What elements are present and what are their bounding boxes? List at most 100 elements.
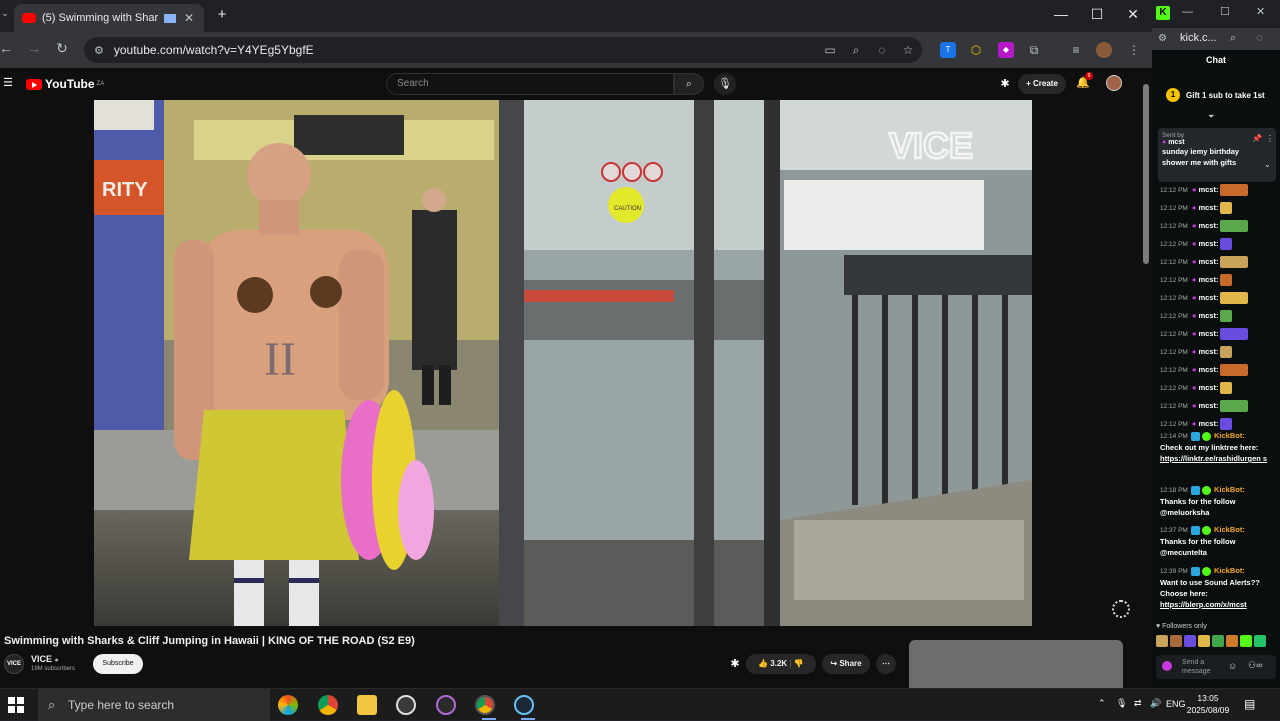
bot-name[interactable]: KickBot: [1214, 431, 1245, 440]
extensions-puzzle-icon[interactable]: ⧉ [1026, 42, 1042, 58]
notifications-icon[interactable]: ▤ [1244, 697, 1255, 711]
bot-name[interactable]: KickBot: [1214, 525, 1245, 534]
maximize-icon[interactable]: ☐ [1084, 6, 1110, 26]
browser-menu-icon[interactable]: ⋮ [1126, 42, 1142, 58]
youtube-search-button[interactable]: ⌕ [674, 73, 704, 95]
message-username[interactable]: mcst: [1198, 221, 1218, 230]
kick-close-icon[interactable]: ✕ [1256, 5, 1265, 18]
taskbar-search-input[interactable]: ⌕ Type here to search [38, 689, 270, 721]
ask-sparkle-icon[interactable]: ✱ [728, 657, 742, 671]
chat-settings-icon[interactable]: ⚇∞ [1248, 660, 1262, 671]
message-username[interactable]: mcst: [1198, 293, 1218, 302]
kick-maximize-icon[interactable]: ☐ [1220, 5, 1230, 18]
message-username[interactable]: mcst: [1198, 401, 1218, 410]
emote-icon[interactable] [1240, 635, 1252, 647]
kick-eye-icon[interactable]: ◌ [1256, 32, 1263, 44]
tracking-eye-icon[interactable]: ◌ [874, 42, 890, 58]
message-username[interactable]: mcst: [1198, 203, 1218, 212]
bot-name[interactable]: KickBot: [1214, 566, 1245, 575]
more-actions-icon[interactable]: ⋯ [876, 654, 896, 674]
chrome-profile-icon[interactable] [475, 695, 495, 715]
page-scrollbar[interactable] [1140, 68, 1152, 688]
tab-close-icon[interactable]: ✕ [182, 11, 196, 25]
message-username[interactable]: mcst: [1198, 329, 1218, 338]
emoji-picker-icon[interactable]: ☺ [1228, 661, 1237, 671]
bot-link[interactable]: https://blerp.com/x/mcst [1160, 600, 1247, 609]
install-app-icon[interactable]: ▭ [822, 42, 838, 58]
network-icon[interactable]: ⇄ [1134, 698, 1142, 709]
emote-icon[interactable] [1254, 635, 1266, 647]
message-username[interactable]: mcst: [1198, 347, 1218, 356]
like-button[interactable]: 👍 3.2K [758, 659, 787, 668]
pinned-more-icon[interactable]: ⋮ [1266, 134, 1274, 143]
extension-hex-icon[interactable]: ⬡ [968, 42, 984, 58]
file-explorer-icon[interactable] [357, 695, 377, 715]
new-tab-icon[interactable]: + [214, 7, 230, 23]
extension-translate-icon[interactable]: T [940, 42, 956, 58]
kick-zoom-icon[interactable]: ⌕ [1230, 32, 1236, 45]
zoom-icon[interactable]: ⌕ [848, 42, 864, 58]
message-username[interactable]: mcst: [1198, 257, 1218, 266]
forward-icon[interactable]: → [24, 40, 44, 60]
kick-site-info-icon[interactable]: ⚙ [1158, 33, 1167, 44]
youtube-account-avatar[interactable] [1106, 75, 1122, 91]
message-username[interactable]: mcst: [1198, 185, 1218, 194]
voice-search-icon[interactable]: 🎙 [714, 73, 736, 95]
pin-icon[interactable]: 📌 [1252, 134, 1262, 143]
share-button[interactable]: ↪ Share [822, 654, 870, 674]
scrollbar-thumb[interactable] [1143, 84, 1149, 264]
bookmark-star-icon[interactable]: ☆ [900, 42, 916, 58]
channel-name[interactable]: VICE ● [31, 654, 59, 664]
pinned-expand-icon[interactable]: ⌄ [1264, 160, 1271, 169]
tab-youtube[interactable]: (5) Swimming with Sharks & ✕ [14, 4, 204, 32]
related-video-thumbnail[interactable] [909, 640, 1123, 688]
video-player[interactable]: II VICE RITY CAUTION [94, 100, 1032, 626]
tab-search-icon[interactable]: ⌄ [0, 8, 10, 24]
address-bar[interactable]: ⚙ youtube.com/watch?v=Y4YEg5YbgfE [84, 37, 922, 63]
extension-purple-icon[interactable]: ◆ [998, 42, 1014, 58]
chat-input[interactable]: Send a message ☺ ⚇∞ [1156, 655, 1276, 679]
emote-icon[interactable] [1156, 635, 1168, 647]
microphone-icon[interactable]: 🎙 [1116, 698, 1127, 709]
create-button[interactable]: + Create [1018, 74, 1066, 94]
emote-quick-bar[interactable] [1156, 635, 1280, 651]
emote-icon[interactable] [1184, 635, 1196, 647]
emote-icon[interactable] [1212, 635, 1224, 647]
message-username[interactable]: mcst: [1198, 365, 1218, 374]
bot-link[interactable]: https://linktr.ee/rashidlurgen s [1160, 454, 1267, 463]
taskbar-clock[interactable]: 13:05 2025/08/09 [1186, 692, 1230, 716]
cast-settings-icon[interactable]: ✱ [998, 77, 1012, 91]
message-username[interactable]: mcst: [1198, 275, 1218, 284]
profile-avatar[interactable] [1096, 42, 1112, 58]
app-icon[interactable] [436, 695, 456, 715]
emote-icon[interactable] [1226, 635, 1238, 647]
youtube-logo[interactable]: YouTube ZA [26, 77, 104, 91]
language-indicator[interactable]: ENG [1166, 699, 1186, 709]
dislike-icon[interactable]: 👎 [794, 659, 804, 668]
message-username[interactable]: mcst: [1198, 311, 1218, 320]
chrome-icon[interactable] [318, 695, 338, 715]
kick-minimize-icon[interactable]: — [1182, 6, 1193, 18]
filter-icon[interactable]: ⏷ [1208, 112, 1214, 122]
back-icon[interactable]: ← [0, 40, 16, 60]
windows-start-icon[interactable] [8, 697, 24, 713]
channel-avatar[interactable]: VICE [4, 654, 24, 674]
kick-address-bar[interactable]: ⚙ kick.c... ⌕ ◌ [1152, 28, 1280, 50]
reload-icon[interactable]: ↻ [52, 40, 72, 60]
hamburger-menu-icon[interactable]: ☰ [2, 77, 14, 89]
steam-icon[interactable] [514, 695, 534, 715]
copilot-icon[interactable] [278, 695, 298, 715]
bot-name[interactable]: KickBot: [1214, 485, 1245, 494]
close-window-icon[interactable]: ✕ [1120, 6, 1146, 26]
gift-sub-banner[interactable]: 1 Gift 1 sub to take 1st [1166, 84, 1276, 106]
emote-icon[interactable] [1198, 635, 1210, 647]
minimize-icon[interactable]: — [1048, 6, 1074, 26]
site-info-icon[interactable]: ⚙ [94, 44, 104, 57]
message-username[interactable]: mcst: [1198, 383, 1218, 392]
message-username[interactable]: mcst: [1198, 239, 1218, 248]
volume-icon[interactable]: 🔊 [1150, 698, 1161, 709]
subscribe-button[interactable]: Subscribe [93, 654, 143, 674]
youtube-search-input[interactable]: Search [386, 73, 674, 95]
tray-overflow-icon[interactable]: ⌃ [1098, 698, 1106, 709]
media-queue-icon[interactable]: ≡ [1068, 42, 1084, 58]
